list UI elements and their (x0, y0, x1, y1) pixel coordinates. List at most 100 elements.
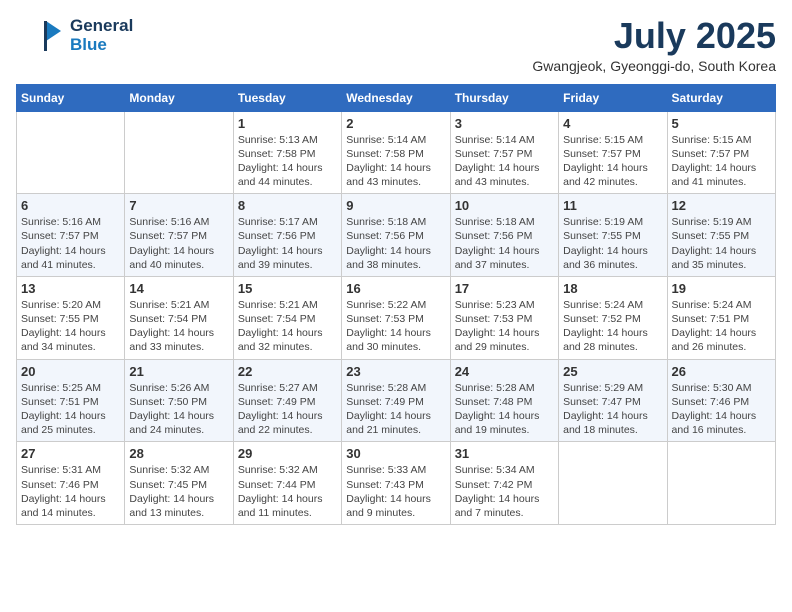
day-info: Sunrise: 5:27 AM Sunset: 7:49 PM Dayligh… (238, 381, 337, 438)
logo: GeneralBlue (16, 16, 133, 56)
day-info: Sunrise: 5:26 AM Sunset: 7:50 PM Dayligh… (129, 381, 228, 438)
month-title: July 2025 (532, 16, 776, 56)
day-number: 18 (563, 281, 662, 296)
day-number: 15 (238, 281, 337, 296)
week-row-5: 27 Sunrise: 5:31 AM Sunset: 7:46 PM Dayli… (17, 442, 776, 525)
cell-2-2: 7 Sunrise: 5:16 AM Sunset: 7:57 PM Daylig… (125, 194, 233, 277)
day-number: 6 (21, 198, 120, 213)
cell-3-2: 14 Sunrise: 5:21 AM Sunset: 7:54 PM Dayli… (125, 276, 233, 359)
day-info: Sunrise: 5:16 AM Sunset: 7:57 PM Dayligh… (129, 215, 228, 272)
day-number: 7 (129, 198, 228, 213)
cell-4-1: 20 Sunrise: 5:25 AM Sunset: 7:51 PM Dayli… (17, 359, 125, 442)
day-info: Sunrise: 5:13 AM Sunset: 7:58 PM Dayligh… (238, 133, 337, 190)
cell-3-7: 19 Sunrise: 5:24 AM Sunset: 7:51 PM Dayli… (667, 276, 775, 359)
cell-4-3: 22 Sunrise: 5:27 AM Sunset: 7:49 PM Dayli… (233, 359, 341, 442)
day-info: Sunrise: 5:15 AM Sunset: 7:57 PM Dayligh… (563, 133, 662, 190)
col-header-monday: Monday (125, 84, 233, 111)
cell-1-4: 2Sunrise: 5:14 AM Sunset: 7:58 PM Daylig… (342, 111, 450, 194)
day-info: Sunrise: 5:17 AM Sunset: 7:56 PM Dayligh… (238, 215, 337, 272)
day-number: 31 (455, 446, 554, 461)
day-info: Sunrise: 5:30 AM Sunset: 7:46 PM Dayligh… (672, 381, 771, 438)
cell-3-3: 15 Sunrise: 5:21 AM Sunset: 7:54 PM Dayli… (233, 276, 341, 359)
cell-1-2 (125, 111, 233, 194)
day-number: 4 (563, 116, 662, 131)
day-info: Sunrise: 5:19 AM Sunset: 7:55 PM Dayligh… (563, 215, 662, 272)
logo-general: General (70, 17, 133, 36)
cell-2-4: 9 Sunrise: 5:18 AM Sunset: 7:56 PM Daylig… (342, 194, 450, 277)
cell-3-5: 17 Sunrise: 5:23 AM Sunset: 7:53 PM Dayli… (450, 276, 558, 359)
week-row-3: 13 Sunrise: 5:20 AM Sunset: 7:55 PM Dayli… (17, 276, 776, 359)
day-number: 21 (129, 364, 228, 379)
header-row: SundayMondayTuesdayWednesdayThursdayFrid… (17, 84, 776, 111)
day-info: Sunrise: 5:21 AM Sunset: 7:54 PM Dayligh… (238, 298, 337, 355)
day-info: Sunrise: 5:25 AM Sunset: 7:51 PM Dayligh… (21, 381, 120, 438)
col-header-thursday: Thursday (450, 84, 558, 111)
page-header: GeneralBlue July 2025 Gwangjeok, Gyeongg… (16, 16, 776, 74)
cell-5-6 (559, 442, 667, 525)
cell-3-1: 13 Sunrise: 5:20 AM Sunset: 7:55 PM Dayli… (17, 276, 125, 359)
day-info: Sunrise: 5:24 AM Sunset: 7:52 PM Dayligh… (563, 298, 662, 355)
day-info: Sunrise: 5:31 AM Sunset: 7:46 PM Dayligh… (21, 463, 120, 520)
day-number: 5 (672, 116, 771, 131)
day-number: 24 (455, 364, 554, 379)
day-info: Sunrise: 5:34 AM Sunset: 7:42 PM Dayligh… (455, 463, 554, 520)
cell-3-4: 16 Sunrise: 5:22 AM Sunset: 7:53 PM Dayli… (342, 276, 450, 359)
cell-4-4: 23Sunrise: 5:28 AM Sunset: 7:49 PM Dayli… (342, 359, 450, 442)
cell-4-7: 26Sunrise: 5:30 AM Sunset: 7:46 PM Dayli… (667, 359, 775, 442)
day-number: 27 (21, 446, 120, 461)
day-info: Sunrise: 5:22 AM Sunset: 7:53 PM Dayligh… (346, 298, 445, 355)
cell-5-7 (667, 442, 775, 525)
logo-blue: Blue (70, 36, 133, 55)
cell-2-3: 8 Sunrise: 5:17 AM Sunset: 7:56 PM Daylig… (233, 194, 341, 277)
day-info: Sunrise: 5:19 AM Sunset: 7:55 PM Dayligh… (672, 215, 771, 272)
location: Gwangjeok, Gyeonggi-do, South Korea (532, 58, 776, 74)
title-block: July 2025 Gwangjeok, Gyeonggi-do, South … (532, 16, 776, 74)
week-row-1: 1 Sunrise: 5:13 AM Sunset: 7:58 PM Daylig… (17, 111, 776, 194)
logo-icon (16, 16, 66, 56)
day-number: 16 (346, 281, 445, 296)
col-header-friday: Friday (559, 84, 667, 111)
day-number: 11 (563, 198, 662, 213)
day-info: Sunrise: 5:21 AM Sunset: 7:54 PM Dayligh… (129, 298, 228, 355)
day-info: Sunrise: 5:32 AM Sunset: 7:45 PM Dayligh… (129, 463, 228, 520)
cell-4-5: 24Sunrise: 5:28 AM Sunset: 7:48 PM Dayli… (450, 359, 558, 442)
col-header-sunday: Sunday (17, 84, 125, 111)
day-number: 30 (346, 446, 445, 461)
cell-2-5: 10Sunrise: 5:18 AM Sunset: 7:56 PM Dayli… (450, 194, 558, 277)
day-number: 23 (346, 364, 445, 379)
day-number: 14 (129, 281, 228, 296)
day-info: Sunrise: 5:32 AM Sunset: 7:44 PM Dayligh… (238, 463, 337, 520)
day-number: 20 (21, 364, 120, 379)
week-row-2: 6 Sunrise: 5:16 AM Sunset: 7:57 PM Daylig… (17, 194, 776, 277)
day-number: 1 (238, 116, 337, 131)
cell-2-7: 12Sunrise: 5:19 AM Sunset: 7:55 PM Dayli… (667, 194, 775, 277)
day-number: 19 (672, 281, 771, 296)
cell-1-7: 5Sunrise: 5:15 AM Sunset: 7:57 PM Daylig… (667, 111, 775, 194)
cell-5-3: 29 Sunrise: 5:32 AM Sunset: 7:44 PM Dayli… (233, 442, 341, 525)
day-number: 29 (238, 446, 337, 461)
col-header-wednesday: Wednesday (342, 84, 450, 111)
day-number: 8 (238, 198, 337, 213)
week-row-4: 20 Sunrise: 5:25 AM Sunset: 7:51 PM Dayli… (17, 359, 776, 442)
day-info: Sunrise: 5:18 AM Sunset: 7:56 PM Dayligh… (455, 215, 554, 272)
day-info: Sunrise: 5:16 AM Sunset: 7:57 PM Dayligh… (21, 215, 120, 272)
day-number: 9 (346, 198, 445, 213)
calendar-table: SundayMondayTuesdayWednesdayThursdayFrid… (16, 84, 776, 525)
cell-5-1: 27 Sunrise: 5:31 AM Sunset: 7:46 PM Dayli… (17, 442, 125, 525)
day-number: 13 (21, 281, 120, 296)
day-number: 22 (238, 364, 337, 379)
day-info: Sunrise: 5:33 AM Sunset: 7:43 PM Dayligh… (346, 463, 445, 520)
day-info: Sunrise: 5:24 AM Sunset: 7:51 PM Dayligh… (672, 298, 771, 355)
cell-5-5: 31 Sunrise: 5:34 AM Sunset: 7:42 PM Dayli… (450, 442, 558, 525)
cell-1-5: 3 Sunrise: 5:14 AM Sunset: 7:57 PM Daylig… (450, 111, 558, 194)
day-info: Sunrise: 5:18 AM Sunset: 7:56 PM Dayligh… (346, 215, 445, 272)
day-info: Sunrise: 5:23 AM Sunset: 7:53 PM Dayligh… (455, 298, 554, 355)
cell-1-1 (17, 111, 125, 194)
cell-1-3: 1 Sunrise: 5:13 AM Sunset: 7:58 PM Daylig… (233, 111, 341, 194)
day-info: Sunrise: 5:14 AM Sunset: 7:57 PM Dayligh… (455, 133, 554, 190)
day-number: 28 (129, 446, 228, 461)
day-number: 3 (455, 116, 554, 131)
day-number: 17 (455, 281, 554, 296)
day-number: 25 (563, 364, 662, 379)
day-info: Sunrise: 5:20 AM Sunset: 7:55 PM Dayligh… (21, 298, 120, 355)
